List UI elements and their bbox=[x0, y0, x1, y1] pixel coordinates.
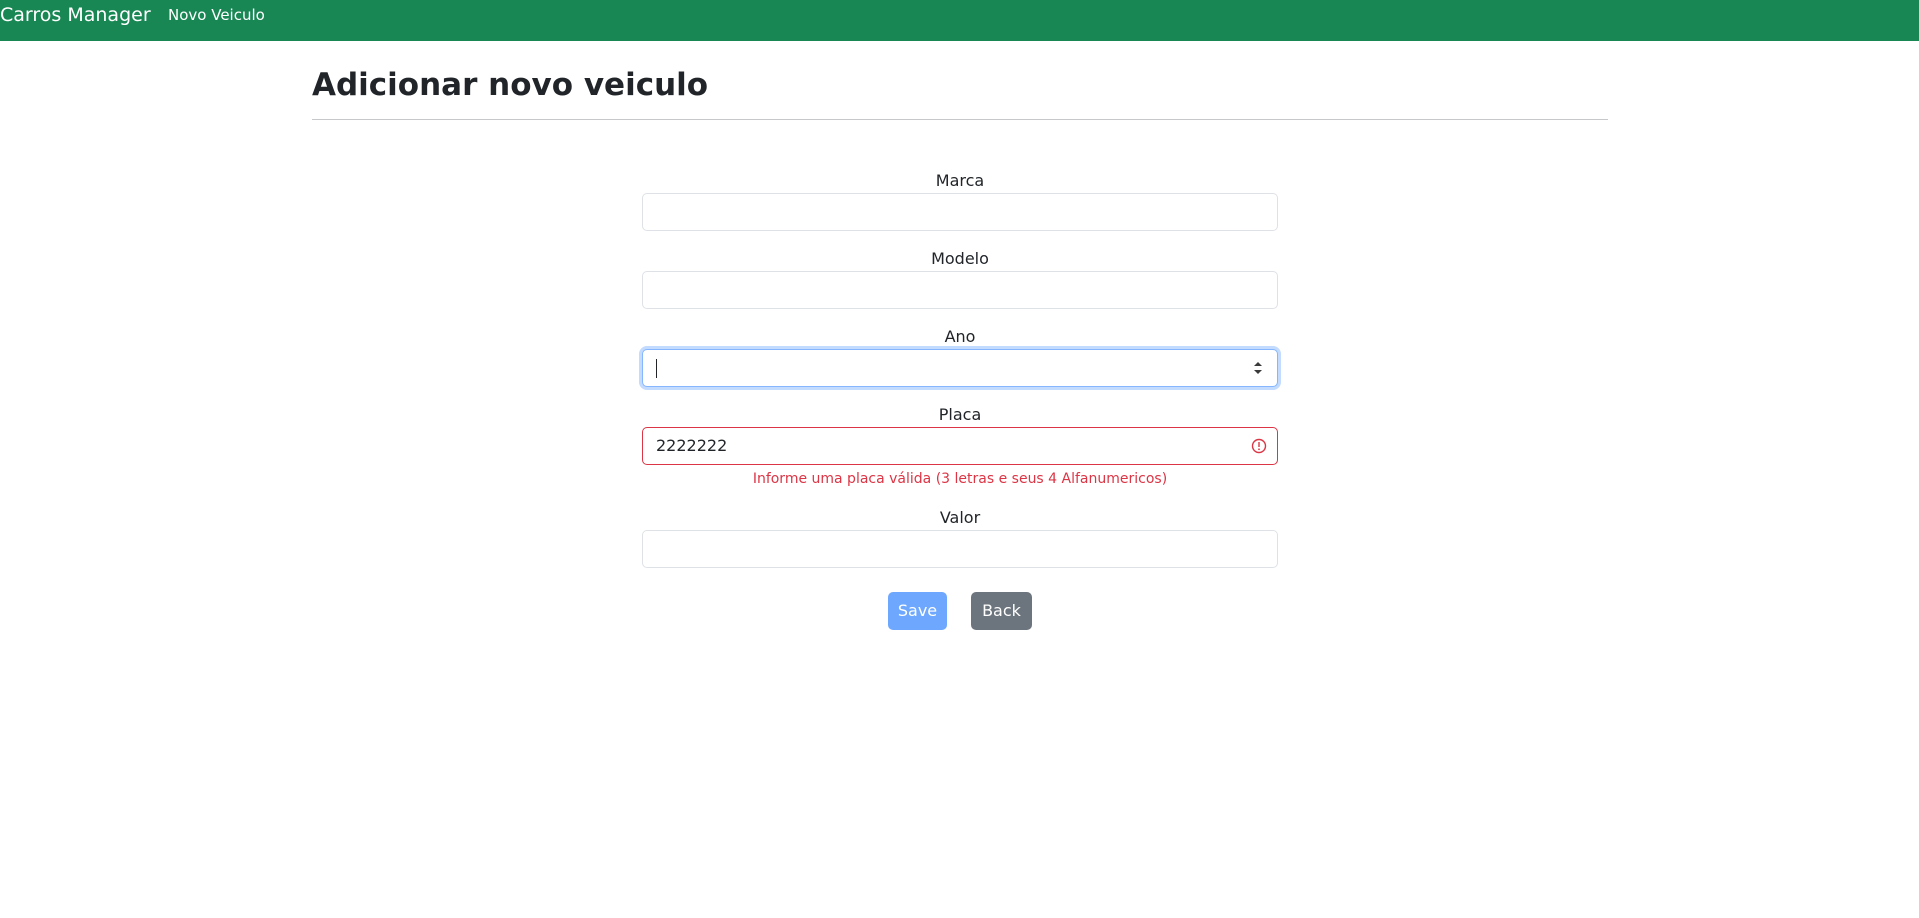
ano-input[interactable] bbox=[642, 349, 1278, 387]
marca-input[interactable] bbox=[642, 193, 1278, 231]
modelo-label: Modelo bbox=[931, 249, 989, 268]
valor-label: Valor bbox=[939, 508, 981, 527]
placa-label: Placa bbox=[938, 405, 982, 424]
navbar: Carros Manager Novo Veiculo bbox=[0, 0, 1919, 41]
placa-error-message: Informe uma placa válida (3 letras e seu… bbox=[752, 471, 1168, 487]
brand-link[interactable]: Carros Manager bbox=[0, 4, 151, 26]
placa-value: 2222222 bbox=[656, 436, 728, 455]
placa-input[interactable]: 2222222 bbox=[642, 427, 1278, 465]
text-caret bbox=[656, 359, 657, 378]
modelo-input[interactable] bbox=[642, 271, 1278, 309]
back-button[interactable]: Back bbox=[971, 592, 1032, 630]
valor-input[interactable] bbox=[642, 530, 1278, 568]
page-title: Adicionar novo veiculo bbox=[312, 67, 709, 103]
exclamation-circle-icon bbox=[1251, 438, 1267, 454]
number-spinner-icon[interactable] bbox=[1252, 358, 1264, 378]
save-button[interactable]: Save bbox=[888, 592, 947, 630]
title-divider bbox=[312, 119, 1608, 120]
ano-label: Ano bbox=[944, 327, 976, 346]
nav-link-novo-veiculo[interactable]: Novo Veiculo bbox=[168, 6, 265, 24]
marca-label: Marca bbox=[935, 171, 985, 190]
